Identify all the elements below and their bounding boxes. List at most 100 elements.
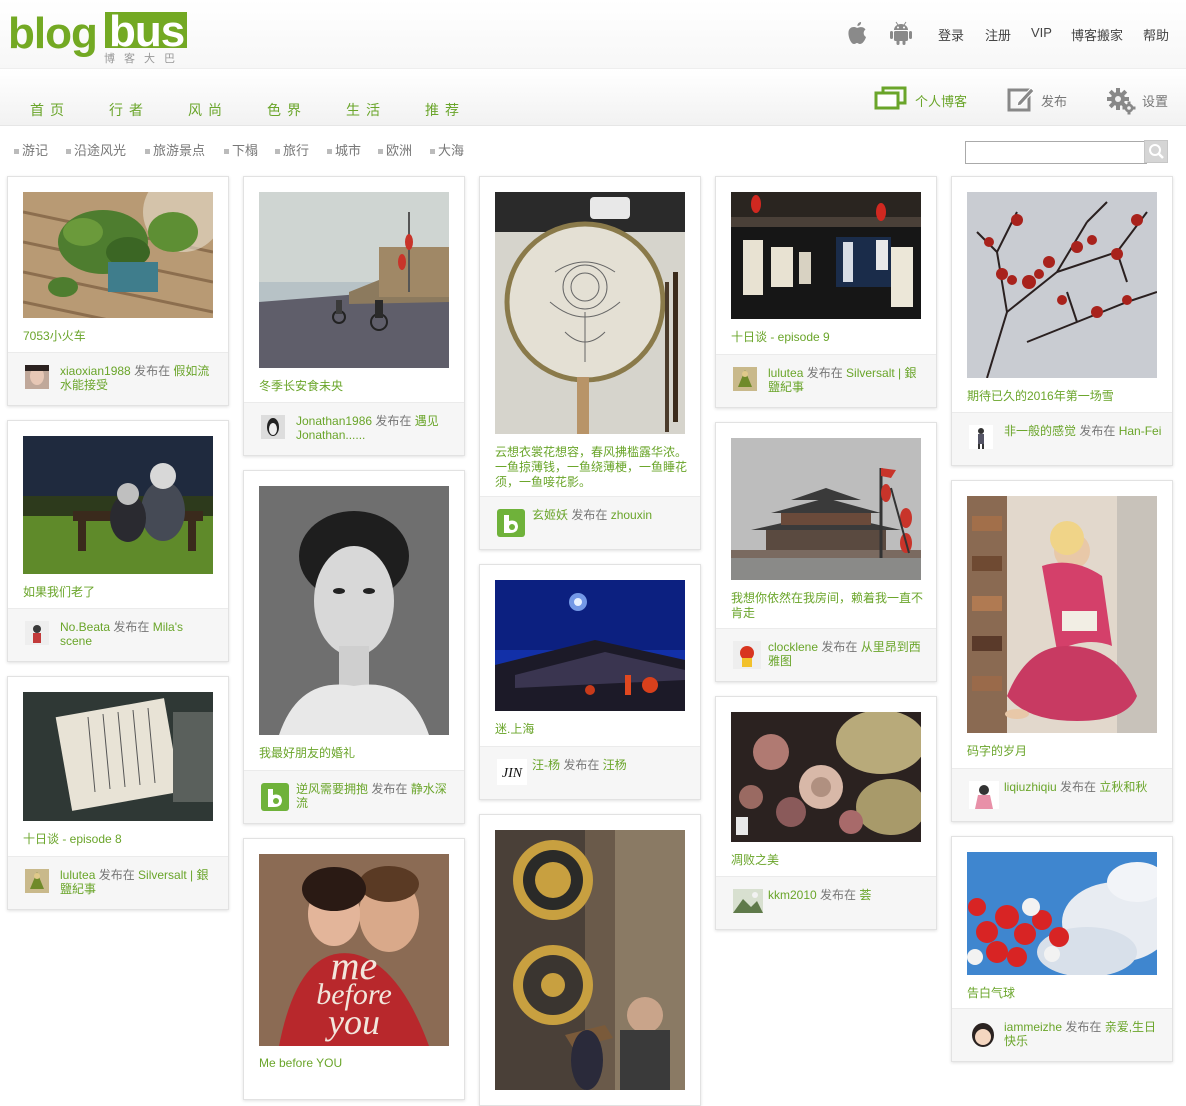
blog-link[interactable]: zhouxin — [611, 508, 652, 522]
author-link[interactable]: 逆风需要拥抱 — [296, 782, 368, 796]
tag-link[interactable]: 旅行 — [275, 140, 309, 159]
post-title[interactable]: 我想你依然在我房间，赖着我一直不肯走 — [731, 591, 923, 621]
post-photo[interactable] — [495, 192, 685, 434]
post-photo[interactable] — [967, 192, 1157, 378]
help-link[interactable]: 帮助 — [1143, 25, 1169, 44]
settings-link[interactable]: 设置 — [1106, 88, 1176, 115]
post-photo[interactable] — [23, 192, 213, 318]
blog-link[interactable]: Han-Fei — [1119, 424, 1162, 438]
post-photo[interactable] — [967, 496, 1157, 733]
post-title[interactable]: 我最好朋友的婚礼 — [259, 746, 451, 761]
blog-link[interactable]: 立秋和秋 — [1099, 780, 1147, 794]
login-link[interactable]: 登录 — [938, 25, 964, 44]
search-button[interactable] — [1144, 140, 1168, 163]
apple-icon[interactable] — [845, 20, 869, 46]
nav-recommend[interactable]: 推荐 — [425, 100, 465, 120]
post-title[interactable]: 迷.上海 — [495, 722, 687, 737]
post-photo[interactable] — [495, 830, 685, 1090]
post-card[interactable]: 我最好朋友的婚礼 逆风需要拥抱 发布在 静水深流 — [243, 470, 465, 824]
post-photo[interactable] — [967, 852, 1157, 975]
avatar[interactable] — [261, 783, 289, 811]
avatar[interactable] — [733, 641, 761, 669]
blogbus-logo[interactable]: blog bus 博客大巴 — [8, 8, 198, 65]
post-photo[interactable]: me before you — [259, 854, 449, 1046]
post-photo[interactable] — [259, 192, 449, 368]
vip-link[interactable]: VIP — [1031, 25, 1052, 40]
author-link[interactable]: clocklene — [768, 640, 818, 654]
tag-link[interactable]: 下榻 — [224, 140, 258, 159]
post-card[interactable]: 码字的岁月 liqiuzhiqiu 发布在 立秋和秋 — [951, 480, 1173, 822]
post-title[interactable]: 如果我们老了 — [23, 585, 215, 600]
tag-link[interactable]: 沿途风光 — [66, 140, 126, 159]
post-title[interactable]: 凋败之美 — [731, 853, 923, 868]
avatar[interactable] — [261, 415, 285, 439]
author-link[interactable]: iammeizhe — [1004, 1020, 1062, 1034]
post-title[interactable]: 7053小火车 — [23, 329, 215, 344]
author-link[interactable]: Jonathan1986 — [296, 414, 372, 428]
post-card[interactable]: 我想你依然在我房间，赖着我一直不肯走 clocklene 发布在 从里昂到西雅图 — [715, 422, 937, 682]
avatar[interactable] — [497, 509, 525, 537]
avatar[interactable] — [733, 367, 757, 391]
post-card[interactable]: 如果我们老了 No.Beata 发布在 Mila's scene — [7, 420, 229, 662]
register-link[interactable]: 注册 — [985, 25, 1011, 44]
publish-link[interactable]: 发布 — [1007, 87, 1077, 115]
blog-link[interactable]: 荟 — [859, 888, 871, 902]
tag-link[interactable]: 城市 — [327, 140, 361, 159]
post-photo[interactable] — [495, 580, 685, 711]
tag-link[interactable]: 大海 — [430, 140, 464, 159]
post-card[interactable]: 十日谈 - episode 8 lulutea 发布在 Silversalt |… — [7, 676, 229, 910]
author-link[interactable]: liqiuzhiqiu — [1004, 780, 1057, 794]
author-link[interactable]: kkm2010 — [768, 888, 817, 902]
nav-life[interactable]: 生活 — [346, 100, 386, 120]
nav-color[interactable]: 色界 — [267, 100, 307, 120]
post-card[interactable]: 十日谈 - episode 9 lulutea 发布在 Silversalt |… — [715, 176, 937, 408]
post-card[interactable]: 7053小火车 xiaoxian1988 发布在 假如流水能接受 — [7, 176, 229, 406]
post-title[interactable]: 期待已久的2016年第一场雪 — [967, 389, 1159, 404]
post-card[interactable]: 期待已久的2016年第一场雪 非一般的感觉 发布在 Han-Fei — [951, 176, 1173, 466]
nav-travel[interactable]: 行者 — [109, 100, 149, 120]
avatar[interactable] — [969, 425, 993, 449]
author-link[interactable]: lulutea — [768, 366, 803, 380]
avatar[interactable] — [969, 781, 999, 809]
post-title[interactable]: 告白气球 — [967, 986, 1159, 1001]
avatar[interactable]: JIN — [497, 759, 527, 785]
post-card[interactable] — [479, 814, 701, 1106]
avatar[interactable] — [25, 621, 49, 645]
author-link[interactable]: No.Beata — [60, 620, 110, 634]
nav-home[interactable]: 首页 — [30, 100, 70, 120]
post-card[interactable]: 凋败之美 kkm2010 发布在 荟 — [715, 696, 937, 930]
blog-move-link[interactable]: 博客搬家 — [1071, 25, 1123, 44]
tag-link[interactable]: 欧洲 — [378, 140, 412, 159]
author-link[interactable]: lulutea — [60, 868, 95, 882]
author-link[interactable]: 玄姬妖 — [532, 508, 568, 522]
avatar[interactable] — [733, 889, 763, 913]
tag-link[interactable]: 旅游景点 — [145, 140, 205, 159]
post-photo[interactable] — [731, 192, 921, 319]
post-photo[interactable] — [731, 712, 921, 842]
post-title[interactable]: 码字的岁月 — [967, 744, 1159, 759]
post-photo[interactable] — [23, 692, 213, 821]
avatar[interactable] — [25, 365, 49, 389]
author-link[interactable]: 非一般的感觉 — [1004, 424, 1076, 438]
personal-blog-link[interactable]: 个人博客 — [874, 86, 974, 115]
post-title[interactable]: Me before YOU — [259, 1056, 451, 1071]
blog-link[interactable]: 汪杨 — [603, 758, 627, 772]
post-card[interactable]: 冬季长安食未央 Jonathan1986 发布在 遇见Jonathan.....… — [243, 176, 465, 456]
search-input[interactable] — [965, 141, 1147, 164]
post-card[interactable]: 迷.上海 JIN 汪-杨 发布在 汪杨 — [479, 564, 701, 800]
author-link[interactable]: xiaoxian1988 — [60, 364, 131, 378]
post-title[interactable]: 十日谈 - episode 9 — [731, 330, 923, 345]
nav-fashion[interactable]: 风尚 — [188, 100, 228, 120]
post-photo[interactable] — [731, 438, 921, 580]
avatar[interactable] — [25, 869, 49, 893]
post-card[interactable]: 告白气球 iammeizhe 发布在 亲爱,生日快乐 — [951, 836, 1173, 1062]
android-icon[interactable] — [889, 20, 913, 46]
post-card[interactable]: me before you Me before YOU — [243, 838, 465, 1100]
avatar[interactable] — [969, 1021, 997, 1049]
post-title[interactable]: 十日谈 - episode 8 — [23, 832, 215, 847]
tag-link[interactable]: 游记 — [14, 140, 48, 159]
post-title[interactable]: 云想衣裳花想容，春风拂槛露华浓。一鱼掠薄钱，一鱼绕薄梗，一鱼睡花须，一鱼唼花影。 — [495, 445, 687, 490]
post-card[interactable]: 云想衣裳花想容，春风拂槛露华浓。一鱼掠薄钱，一鱼绕薄梗，一鱼睡花须，一鱼唼花影。… — [479, 176, 701, 550]
author-link[interactable]: 汪-杨 — [532, 758, 560, 772]
post-photo[interactable] — [259, 486, 449, 735]
